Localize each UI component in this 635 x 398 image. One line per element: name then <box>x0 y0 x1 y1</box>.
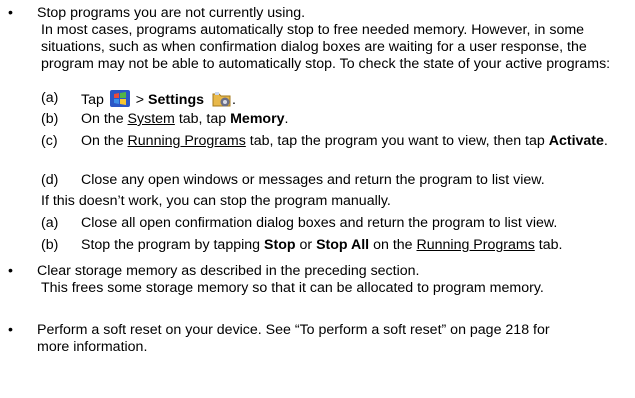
step-label: (b) <box>41 111 59 127</box>
bullet-1-paragraph: In most cases, programs automatically st… <box>41 22 611 72</box>
step-text-mid: tab, tap the program you want to view, t… <box>249 133 545 149</box>
step-text-pre: Stop the program by tapping <box>81 237 261 253</box>
step-text: Stop the program by tapping Stop or Stop… <box>81 237 562 254</box>
step-text-post: . <box>231 92 236 108</box>
bullet-2-text: Clear storage memory as described in the… <box>37 263 420 279</box>
system-tab-link[interactable]: System <box>128 111 175 127</box>
bullet-marker: • <box>8 5 13 21</box>
step-label: (b) <box>41 237 59 253</box>
memory-bold: Memory <box>230 111 285 127</box>
bullet-marker: • <box>8 322 13 338</box>
step-text-pre: Tap <box>81 92 104 108</box>
settings-bold: Settings <box>148 92 204 108</box>
step-label: (c) <box>41 133 58 149</box>
bullet-3-text: Perform a soft reset on your device. See… <box>37 322 550 355</box>
bullet-1-paragraph-2: If this doesn’t work, you can stop the p… <box>41 193 391 209</box>
step-text-mid: or <box>299 237 313 253</box>
step-text-pre: On the <box>81 111 124 127</box>
step-text-mid2: on the <box>373 237 413 253</box>
running-programs-tab-link[interactable]: Running Programs <box>417 237 535 253</box>
step-text: Tap > Settings . <box>81 90 236 109</box>
stop-bold: Stop <box>264 237 296 253</box>
step-text-post: tab. <box>538 237 563 253</box>
step-label: (a) <box>41 90 59 106</box>
document-page: • Stop programs you are not currently us… <box>0 0 635 398</box>
step-text: On the System tab, tap Memory. <box>81 111 288 128</box>
settings-icon <box>212 92 231 107</box>
step-text-mid: tab, tap <box>178 111 227 127</box>
step-label: (a) <box>41 215 59 231</box>
step-text: Close all open confirmation dialog boxes… <box>81 215 558 231</box>
step-text-post: . <box>284 111 289 127</box>
running-programs-tab-link[interactable]: Running Programs <box>128 133 246 149</box>
activate-bold: Activate <box>548 133 604 149</box>
step-label: (d) <box>41 172 59 188</box>
step-text-mid: > <box>135 92 145 108</box>
bullet-2-paragraph: This frees some storage memory so that i… <box>41 280 544 296</box>
step-text-post: . <box>603 133 608 149</box>
windows-start-icon <box>109 90 130 107</box>
step-text: Close any open windows or messages and r… <box>81 172 545 188</box>
step-text: On the Running Programs tab, tap the pro… <box>81 133 626 150</box>
step-text-pre: On the <box>81 133 124 149</box>
bullet-1-text: Stop programs you are not currently usin… <box>37 5 306 21</box>
stop-all-bold: Stop All <box>316 237 370 253</box>
bullet-marker: • <box>8 263 13 279</box>
